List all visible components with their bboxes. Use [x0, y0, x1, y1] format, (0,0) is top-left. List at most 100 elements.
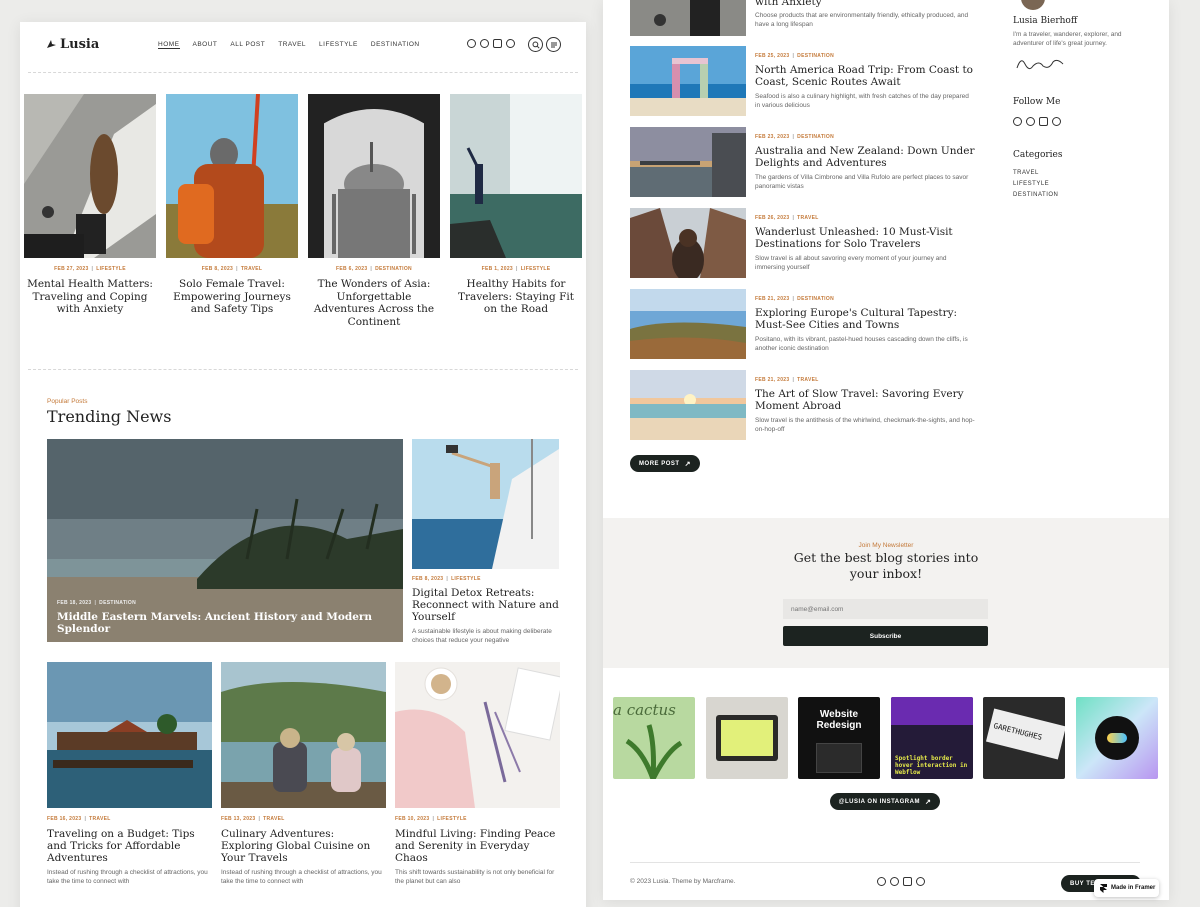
made-in-framer-badge[interactable]: Made in Framer [1094, 879, 1159, 897]
list-item[interactable]: FEB 26, 2023 | TRAVEL Wanderlust Unleashed… [630, 208, 990, 280]
list-category[interactable]: TRAVEL [797, 377, 818, 383]
twitter-icon[interactable] [1026, 117, 1035, 126]
nav-home[interactable]: HOME [158, 41, 180, 49]
twitter-icon[interactable] [890, 877, 899, 886]
card-title[interactable]: Mental Health Matters: Traveling and Cop… [24, 278, 156, 316]
author-avatar [1021, 0, 1045, 10]
menu-icon [550, 42, 557, 47]
card-category[interactable]: TRAVEL [89, 816, 110, 822]
pinterest-icon[interactable] [506, 39, 515, 48]
subscribe-button[interactable]: Subscribe [783, 626, 988, 646]
card-category[interactable]: LIFESTYLE [96, 266, 126, 272]
card-title[interactable]: Healthy Habits for Travelers: Staying Fi… [450, 278, 582, 316]
list-item-image-0[interactable] [630, 0, 746, 36]
card-title[interactable]: Mindful Living: Finding Peace and Sereni… [395, 828, 560, 864]
list-item[interactable]: FEB 23, 2023 | DESTINATION Australia and N… [630, 127, 990, 199]
card-category[interactable]: LIFESTYLE [437, 816, 467, 822]
instagram-follow-button[interactable]: @LUSIA ON INSTAGRAM ↗ [830, 793, 940, 810]
card-image-skateboard [24, 94, 156, 258]
trending-feature-card[interactable]: FEB 18, 2023 | DESTINATION Middle Eastern … [47, 439, 403, 642]
list-item[interactable]: FEB 21, 2023 | DESTINATION Exploring Europ… [630, 289, 990, 361]
category-lifestyle[interactable]: LIFESTYLE [1013, 181, 1058, 187]
nav-lifestyle[interactable]: LIFESTYLE [319, 41, 358, 49]
list-item[interactable]: FEB 21, 2023 | TRAVEL The Art of Slow Trav… [630, 370, 990, 442]
tile-text: Spotlight border hover interaction in We… [895, 755, 968, 776]
tile-header-band [891, 697, 973, 725]
card-title[interactable]: Traveling on a Budget: Tips and Tricks f… [47, 828, 212, 864]
card-category[interactable]: LIFESTYLE [521, 266, 551, 272]
instagram-icon[interactable] [1039, 117, 1048, 126]
buy-template-label: BUY TE [1070, 880, 1095, 887]
instagram-icon[interactable] [903, 877, 912, 886]
facebook-icon[interactable] [467, 39, 476, 48]
instagram-tile-6[interactable] [1076, 697, 1158, 779]
list-image-sunset-sea [630, 370, 746, 440]
instagram-tile-3[interactable]: Website Redesign [798, 697, 880, 779]
side-category[interactable]: LIFESTYLE [451, 576, 481, 582]
bottom-card-3[interactable]: FEB 10, 2023 | LIFESTYLE Mindful Living: F… [395, 662, 560, 886]
instagram-tile-1[interactable]: a cactus [613, 697, 695, 779]
category-travel[interactable]: TRAVEL [1013, 170, 1058, 176]
card-title[interactable]: The Wonders of Asia: Unforgettable Adven… [308, 278, 440, 328]
search-button[interactable] [528, 37, 543, 52]
list-title[interactable]: Australia and New Zealand: Down Under De… [755, 145, 983, 169]
nav-all-post[interactable]: ALL POST [230, 41, 265, 49]
card-title[interactable]: Culinary Adventures: Exploring Global Cu… [221, 828, 386, 864]
twitter-icon[interactable] [480, 39, 489, 48]
nav-destination[interactable]: DESTINATION [371, 41, 420, 49]
footer-social [877, 877, 925, 886]
card-category[interactable]: TRAVEL [241, 266, 262, 272]
list-title[interactable]: Exploring Europe's Cultural Tapestry: Mu… [755, 307, 983, 331]
facebook-icon[interactable] [877, 877, 886, 886]
facebook-icon[interactable] [1013, 117, 1022, 126]
nav-about[interactable]: ABOUT [193, 41, 218, 49]
site-logo[interactable]: Lusia [46, 37, 99, 52]
tile-tablet-screen [721, 720, 773, 756]
top-card-3[interactable]: FEB 6, 2023 | DESTINATION The Wonders of A… [308, 94, 440, 328]
category-destination[interactable]: DESTINATION [1013, 192, 1058, 198]
card-category[interactable]: TRAVEL [263, 816, 284, 822]
pinterest-icon[interactable] [916, 877, 925, 886]
menu-button[interactable] [546, 37, 561, 52]
list-category[interactable]: TRAVEL [797, 215, 818, 221]
list-image-harbor [630, 127, 746, 197]
top-card-1[interactable]: FEB 27, 2023 | LIFESTYLE Mental Health Mat… [24, 94, 156, 316]
feature-category[interactable]: DESTINATION [99, 600, 136, 606]
top-card-2[interactable]: FEB 8, 2023 | TRAVEL Solo Female Travel: E… [166, 94, 298, 316]
card-excerpt: This shift towards sustainability is not… [395, 869, 555, 885]
category-list: TRAVEL LIFESTYLE DESTINATION [1013, 170, 1058, 198]
side-title[interactable]: Digital Detox Retreats: Reconnect with N… [412, 587, 559, 623]
author-signature [1016, 59, 1064, 70]
more-post-button[interactable]: MORE POST ↗ [630, 455, 700, 472]
list-category[interactable]: DESTINATION [797, 53, 834, 59]
list-item-title-0[interactable]: with Anxiety [755, 0, 822, 8]
tile-logo-image [1095, 716, 1139, 760]
instagram-tile-2[interactable] [706, 697, 788, 779]
instagram-tile-5[interactable]: GARETHUGHES [983, 697, 1065, 779]
top-card-4[interactable]: FEB 1, 2023 | LIFESTYLE Healthy Habits for… [450, 94, 582, 316]
framer-icon [1100, 883, 1107, 893]
card-excerpt: Instead of rushing through a checklist o… [221, 869, 382, 885]
bottom-card-2[interactable]: FEB 13, 2023 | TRAVEL Culinary Adventures:… [221, 662, 386, 886]
trending-side-card[interactable]: FEB 8, 2023 | LIFESTYLE Digital Detox Retr… [412, 439, 559, 645]
card-title[interactable]: Solo Female Travel: Empowering Journeys … [166, 278, 298, 316]
list-item[interactable]: FEB 25, 2023 | DESTINATION North America R… [630, 46, 990, 118]
list-category[interactable]: DESTINATION [797, 296, 834, 302]
list-category[interactable]: DESTINATION [797, 134, 834, 140]
nav-travel[interactable]: TRAVEL [278, 41, 306, 49]
list-title[interactable]: Wanderlust Unleashed: 10 Must-Visit Dest… [755, 226, 983, 250]
list-title[interactable]: North America Road Trip: From Coast to C… [755, 64, 983, 88]
instagram-icon[interactable] [493, 39, 502, 48]
list-title[interactable]: The Art of Slow Travel: Savoring Every M… [755, 388, 983, 412]
card-date: FEB 16, 2023 [47, 816, 82, 822]
feature-title[interactable]: Middle Eastern Marvels: Ancient History … [57, 611, 403, 635]
bottom-card-1[interactable]: FEB 16, 2023 | TRAVEL Traveling on a Budge… [47, 662, 212, 886]
left-page-panel: Lusia HOME ABOUT ALL POST TRAVEL LIFESTY… [20, 22, 586, 907]
pinterest-icon[interactable] [1052, 117, 1061, 126]
instagram-tile-4[interactable]: Spotlight border hover interaction in We… [891, 697, 973, 779]
list-date: FEB 23, 2023 [755, 134, 790, 140]
section-divider [28, 369, 578, 370]
card-category[interactable]: DESTINATION [375, 266, 412, 272]
card-date: FEB 8, 2023 [201, 266, 234, 272]
newsletter-email-input[interactable] [783, 599, 988, 619]
